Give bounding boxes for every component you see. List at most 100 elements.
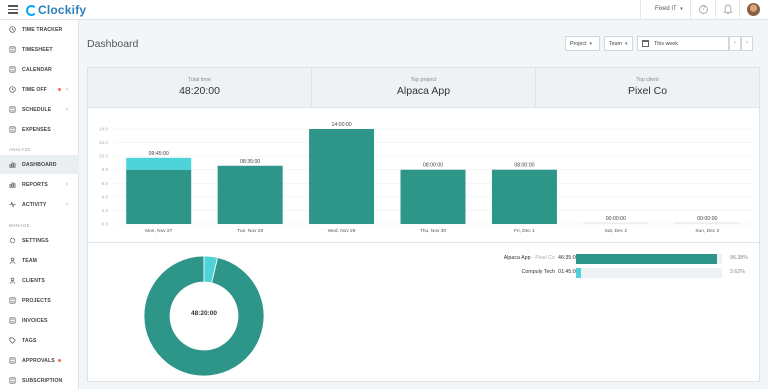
- x-tick-label: Wed, Nov 29: [328, 228, 356, 234]
- page-title: Dashboard: [87, 38, 139, 50]
- sidebar-item-subscription[interactable]: SUBSCRIPTION: [0, 371, 79, 389]
- sidebar-item-projects[interactable]: PROJECTS: [0, 291, 79, 310]
- team-filter[interactable]: Team ▾: [604, 36, 633, 51]
- top-bar: Clockify Fixed IT ▾ ?: [0, 0, 768, 20]
- sidebar-item-activity[interactable]: ACTIVITY ›: [0, 195, 79, 214]
- sidebar-item-label: SETTINGS: [22, 237, 49, 244]
- chevron-right-icon: ›: [66, 106, 68, 113]
- summary-bar: Total time 48:20:00 Top project Alpaca A…: [88, 68, 759, 108]
- workspace-caret: ▾: [680, 6, 683, 12]
- chevron-right-icon: ›: [66, 201, 68, 208]
- bar-total-label: 08:35:00: [240, 159, 260, 165]
- chevron-down-icon: ▾: [589, 40, 593, 47]
- breakdown-client-name: Pixel Co: [535, 255, 555, 261]
- sidebar-item-dashboard[interactable]: DASHBOARD: [0, 155, 79, 174]
- sidebar-item-label: CLIENTS: [22, 277, 45, 284]
- x-tick-label: Fri, Dec 1: [514, 228, 535, 234]
- x-tick-label: Thu, Nov 30: [420, 228, 446, 234]
- y-tick-label: 10.0: [99, 154, 108, 159]
- sidebar-section-label: MANAGE: [9, 223, 30, 228]
- sidebar-item-label: SCHEDULE: [22, 106, 52, 113]
- projects-icon: [9, 297, 16, 304]
- sidebar-item-label: SUBSCRIPTION: [22, 377, 63, 384]
- sidebar-item-label: TAGS: [22, 337, 37, 344]
- menu-icon[interactable]: [8, 5, 18, 14]
- clockify-logo-icon: [26, 4, 37, 16]
- project-filter-label: Project: [570, 40, 587, 47]
- breakdown-project-name: Alpaca App: [503, 255, 531, 261]
- donut-total: 48:20:00: [190, 310, 218, 317]
- donut-chart: 48:20:00: [138, 250, 270, 382]
- sidebar-item-calendar[interactable]: CALENDAR: [0, 60, 79, 79]
- tags-icon: [9, 337, 16, 344]
- summary-value: 48:20:00: [179, 85, 220, 97]
- daily-bar-chart: 0.0 2.0 4.0 6.0 8.0 10.0 12.0 14.0 09:45:00 Mon, …: [99, 122, 753, 234]
- sidebar-item-reports[interactable]: REPORTS ›: [0, 175, 79, 194]
- breakdown-bar-track: [576, 268, 722, 278]
- date-range-picker[interactable]: This week: [637, 36, 729, 51]
- bar-segment-0[interactable]: [309, 129, 375, 224]
- breakdown-percent: 3.62%: [730, 269, 746, 275]
- activity-icon: [9, 201, 16, 208]
- summary-value: Pixel Co: [627, 85, 668, 97]
- date-range-label: This week: [654, 40, 678, 47]
- sidebar-item-invoices[interactable]: INVOICES: [0, 311, 79, 330]
- sidebar-item-approvals[interactable]: APPROVALS: [0, 351, 79, 370]
- bar-segment-0[interactable]: [491, 169, 557, 224]
- y-tick-label: 12.0: [99, 140, 108, 145]
- invoices-icon: [9, 317, 16, 324]
- sidebar-item-time-off[interactable]: TIME OFF ›: [0, 80, 79, 99]
- sidebar-item-label: DASHBOARD: [22, 161, 57, 168]
- sidebar-item-team[interactable]: TEAM: [0, 251, 79, 270]
- breakdown-row: Compuly Tech 01:45:00 3.62%: [468, 268, 758, 278]
- workspace-selector[interactable]: Fixed IT ▾: [655, 6, 683, 12]
- bar-total-label: 08:00:00: [423, 163, 443, 169]
- timesheet-icon: [9, 46, 16, 53]
- help-icon[interactable]: ?: [699, 5, 708, 14]
- app-logo[interactable]: Clockify: [26, 3, 86, 17]
- summary-value: Alpaca App: [396, 85, 451, 97]
- chevron-right-icon: ›: [66, 181, 68, 188]
- y-tick-label: 2.0: [102, 208, 109, 213]
- breakdown-row: Alpaca App - Pixel Co 46:35:00 96.38%: [468, 254, 758, 264]
- avatar[interactable]: [747, 3, 760, 16]
- bar-total-label: 14:00:00: [331, 122, 351, 128]
- sidebar-item-settings[interactable]: SETTINGS: [0, 231, 79, 250]
- bell-icon[interactable]: [723, 4, 733, 15]
- calendar-icon: [642, 40, 649, 47]
- sidebar-item-clients[interactable]: CLIENTS: [0, 271, 79, 290]
- x-tick-label: Sat, Dec 2: [605, 228, 628, 234]
- sidebar-item-label: REPORTS: [22, 181, 48, 188]
- subscription-icon: [9, 377, 16, 384]
- summary-label: Total time: [188, 77, 211, 83]
- sidebar-item-tags[interactable]: TAGS: [0, 331, 79, 350]
- clients-icon: [9, 277, 16, 284]
- chevron-down-icon: ▾: [624, 40, 628, 47]
- project-filter[interactable]: Project ▾: [565, 36, 600, 51]
- time-off-icon: [9, 86, 16, 93]
- next-week-button[interactable]: ›: [741, 36, 753, 51]
- breakdown-percent: 96.38%: [730, 255, 748, 261]
- y-tick-label: 6.0: [102, 181, 109, 186]
- bar-total-label: 00:00:00: [606, 216, 626, 222]
- sidebar-item-label: EXPENSES: [22, 126, 51, 133]
- sidebar-item-label: TEAM: [22, 257, 38, 264]
- sidebar-item-label: TIME TRACKER: [22, 26, 63, 33]
- bar-segment-0[interactable]: [217, 165, 283, 224]
- notification-dot: [58, 359, 61, 362]
- sidebar-item-expenses[interactable]: EXPENSES: [0, 120, 79, 139]
- sidebar-item-timesheet[interactable]: TIMESHEET: [0, 40, 79, 59]
- bar-chart-area: 0.0 2.0 4.0 6.0 8.0 10.0 12.0 14.0 09:45:00 Mon, …: [88, 108, 759, 243]
- bar-segment-0[interactable]: [126, 169, 192, 224]
- summary-top-project: Top project Alpaca App: [312, 68, 536, 107]
- prev-week-button[interactable]: ‹: [729, 36, 741, 51]
- sidebar-item-schedule[interactable]: SCHEDULE ›: [0, 100, 79, 119]
- bar-segment-1[interactable]: [126, 157, 192, 170]
- sidebar-item-label: ACTIVITY: [22, 201, 47, 208]
- x-tick-label: Sun, Dec 3: [695, 228, 719, 234]
- bar-segment-0[interactable]: [400, 169, 466, 224]
- sidebar-item-time-tracker[interactable]: TIME TRACKER: [0, 20, 79, 39]
- breakdown-bar-fill: [576, 254, 717, 264]
- sidebar: TIME TRACKER TIMESHEET CALENDAR TIME OFF › SC…: [0, 20, 79, 389]
- approvals-icon: [9, 357, 16, 364]
